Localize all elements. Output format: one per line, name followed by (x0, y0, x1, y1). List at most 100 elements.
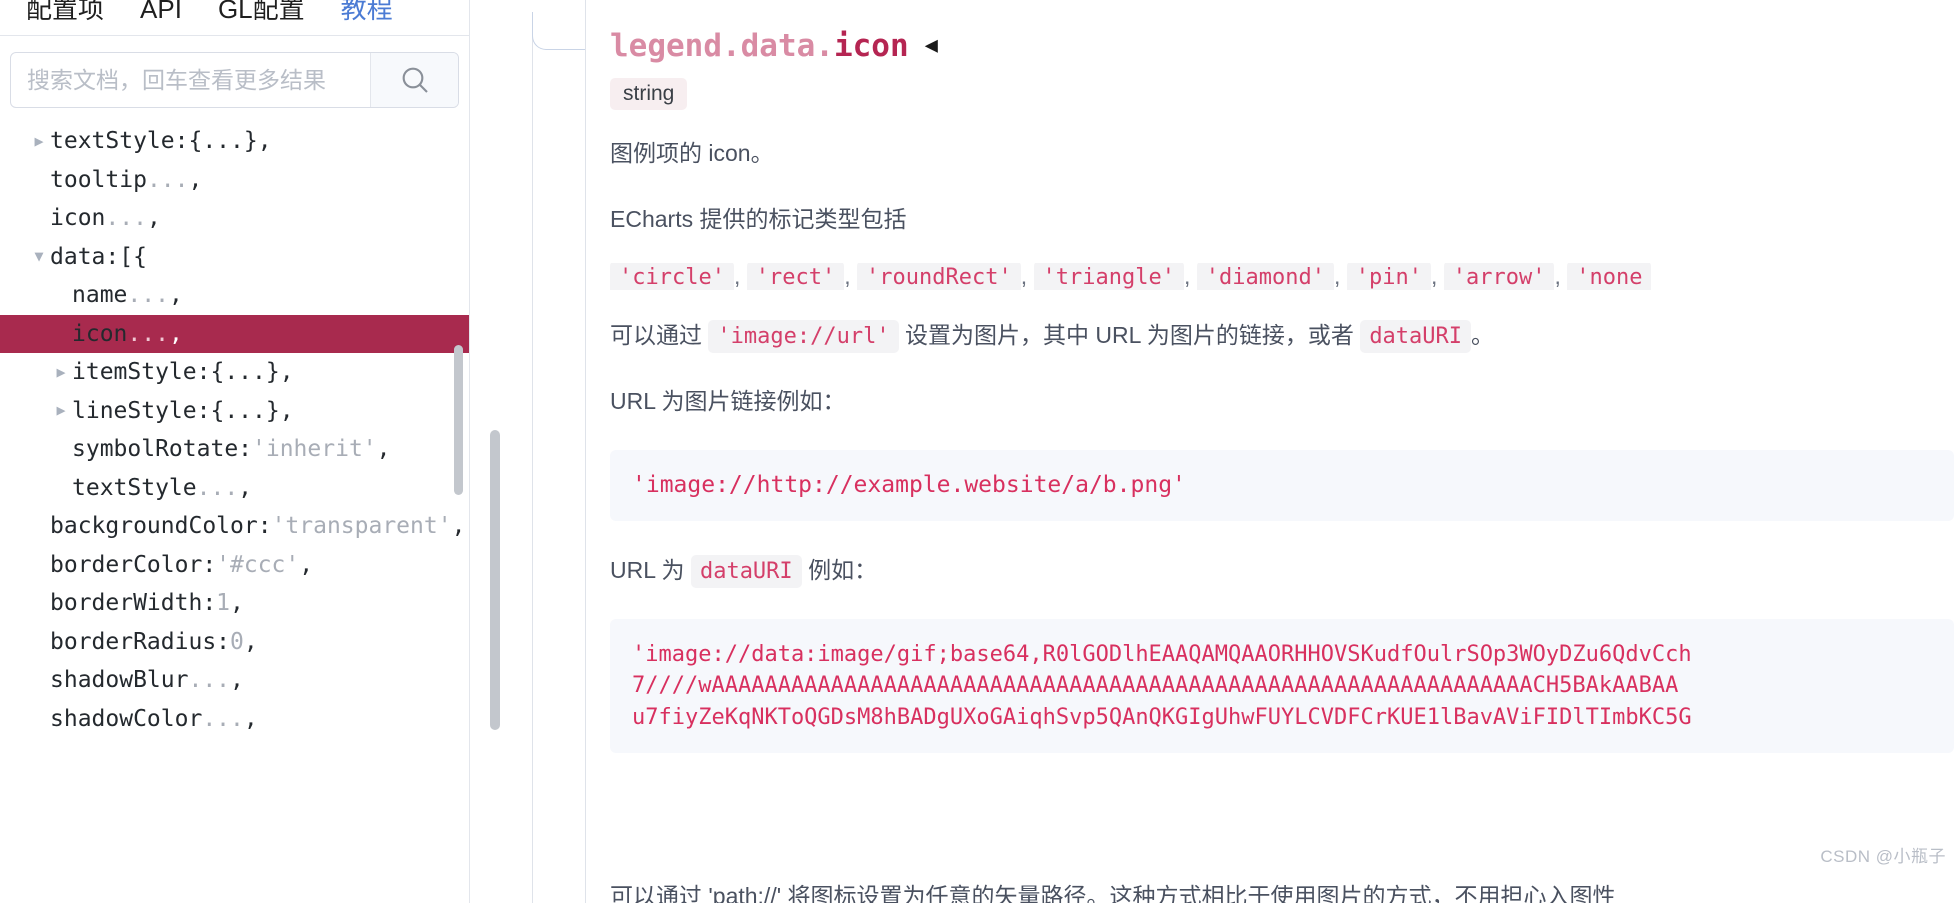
tree-row-tail: , (279, 359, 294, 385)
tab-0[interactable]: 配置项 (8, 0, 122, 24)
token-separator: , (733, 263, 747, 290)
tree-row-value: ... (146, 166, 189, 193)
tree-row-key: borderColor: (50, 551, 217, 578)
tree-row[interactable]: textStyle ... , (0, 469, 469, 508)
token-separator: , (1430, 263, 1444, 290)
paragraph-url-example-label: URL 为图片链接例如： (610, 388, 846, 415)
tree-row-tail: , (230, 590, 244, 616)
type-badge: string (610, 78, 688, 110)
token-separator: , (1554, 263, 1568, 290)
tree-row-key: borderRadius: (50, 628, 231, 655)
marker-token: 'triangle' (1033, 263, 1184, 291)
tree-row-tail: , (238, 474, 253, 501)
chevron-down-icon[interactable]: ▼ (28, 249, 50, 264)
tree-row-key: shadowColor (50, 705, 203, 732)
tree-rail-primary (532, 0, 533, 903)
tree-row-value: ... (127, 320, 169, 347)
chevron-right-icon[interactable]: ▶ (50, 403, 72, 418)
tree-row-key: lineStyle: (72, 397, 211, 424)
marker-token: 'rect' (746, 263, 845, 291)
elbow-mask (532, 0, 534, 12)
tree-row-tail: , (279, 397, 294, 424)
tree-row-key: shadowBlur (50, 667, 189, 693)
tree-row[interactable]: ▶ itemStyle: {...} , (0, 353, 469, 392)
tab-3[interactable]: 教程 (323, 0, 411, 24)
content-scroll-thumb[interactable] (490, 430, 500, 730)
tree-row-key: symbolRotate: (72, 436, 253, 462)
search-input[interactable] (11, 53, 370, 107)
paragraph-description: 图例项的 icon。 (610, 140, 774, 166)
tree-row-tail: , (299, 551, 314, 578)
search-box[interactable] (10, 52, 459, 108)
tree-row-value: '#ccc' (216, 551, 300, 578)
search-area (0, 36, 469, 120)
tree-row[interactable]: backgroundColor: 'transparent' , (0, 507, 469, 546)
tree-row-key: borderWidth: (50, 590, 217, 616)
chevron-right-icon[interactable]: ▶ (50, 364, 72, 380)
token-separator: , (1020, 263, 1034, 290)
page-title-main: icon (833, 28, 909, 64)
tree-row-key: textStyle: (50, 128, 189, 154)
tree-row-value: ... (127, 282, 169, 308)
marker-token: 'circle' (610, 263, 734, 291)
tab-2[interactable]: GL配置 (200, 0, 323, 24)
marker-token: 'roundRect' (857, 263, 1021, 291)
watermark: CSDN @小瓶子 (1820, 847, 1946, 866)
option-tree[interactable]: ▶ textStyle: {...} , tooltip ... , icon ...… (0, 120, 469, 738)
text-p5-after: 例如： (808, 557, 878, 584)
paragraph-marker-intro: ECharts 提供的标记类型包括 (610, 205, 907, 232)
tree-row[interactable]: borderWidth: 1 , (0, 584, 469, 623)
code-datauri-label: dataURI (690, 555, 802, 589)
tree-row-tail: , (451, 513, 466, 539)
tree-row-value: ... (202, 705, 244, 732)
tree-row-key: itemStyle: (72, 359, 211, 385)
marker-token: 'arrow' (1443, 263, 1555, 291)
sidebar-tabbar: 配置项 API GL配置 教程 (0, 0, 469, 36)
tree-row[interactable]: icon ... , (0, 199, 469, 238)
tree-row[interactable]: borderColor: '#ccc' , (0, 546, 469, 585)
paragraph-path-cutoff: 可以通过 'path://' 将图标设置为任意的矢量路径。这种方式相比于使用图片… (610, 883, 1616, 903)
doc-body: legend.data. icon ◀ string 图例项的 icon。 EC… (610, 0, 1954, 903)
token-separator: , (844, 263, 858, 290)
paragraph-datauri-label: URL 为 dataURI 例如： (610, 553, 1954, 589)
page-title: legend.data. icon ◀ (610, 28, 1954, 64)
tab-1[interactable]: API (122, 0, 200, 24)
left-sidebar: 配置项APIGL配置教程 ▶textStyle: {...} ,tooltip … (0, 0, 470, 903)
paragraph-image-url: 可以通过 'image://url' 设置为图片，其中 URL 为图片的链接，或… (610, 318, 1954, 354)
tree-row[interactable]: name ... , (0, 276, 469, 315)
tree-row-value: ... (188, 667, 231, 693)
tree-row[interactable]: tooltip ... , (0, 161, 469, 200)
tree-row[interactable]: shadowBlur ... , (0, 661, 469, 700)
token-separator: , (1183, 263, 1197, 290)
tree-row-value: {...} (210, 359, 280, 385)
marker-token: 'diamond' (1196, 263, 1334, 291)
tree-row[interactable]: ▼ data: [{ (0, 238, 469, 277)
tree-row[interactable]: ▶ lineStyle: {...} , (0, 392, 469, 431)
sidebar-scrollbar[interactable] (454, 345, 463, 495)
chevron-right-icon[interactable]: ▶ (28, 133, 50, 149)
text-after-code2: 。 (1471, 322, 1495, 349)
tree-row[interactable]: borderRadius: 0 , (0, 623, 469, 662)
search-button[interactable] (370, 53, 458, 107)
tree-row-key: backgroundColor: (50, 513, 272, 539)
tree-row-value: 'transparent' (271, 513, 452, 539)
code-datauri-inline: dataURI (1360, 320, 1472, 354)
text-before-code1: 可以通过 (610, 322, 702, 349)
tree-row[interactable]: symbolRotate: 'inherit' , (0, 430, 469, 469)
code-image-url: 'image://url' (708, 320, 899, 354)
tree-row-value: ... (105, 205, 147, 231)
page-title-prefix: legend.data. (610, 28, 834, 64)
tree-row-value: {...} (210, 397, 280, 424)
tree-row-key: name (72, 282, 128, 308)
tree-row[interactable]: icon ... , (0, 314, 469, 353)
tree-row[interactable]: ▶ textStyle: {...} , (0, 122, 469, 161)
tree-connector-elbow (532, 10, 585, 50)
tree-row[interactable]: shadowColor ... , (0, 700, 469, 739)
tree-row-tail: , (243, 628, 258, 655)
code-line: u7fiyZeKqNKToQGDsM8hBADgUXoGAiqhSvp5QAnQ… (632, 704, 1692, 730)
search-icon (399, 64, 431, 96)
collapse-left-icon[interactable]: ◀ (925, 35, 938, 57)
code-block-base64: 'image://data:image/gif;base64,R0lGODlhE… (610, 619, 1954, 753)
tree-row-tail: , (168, 320, 183, 347)
code-block-image-url: 'image://http://example.website/a/b.png' (610, 450, 1954, 522)
